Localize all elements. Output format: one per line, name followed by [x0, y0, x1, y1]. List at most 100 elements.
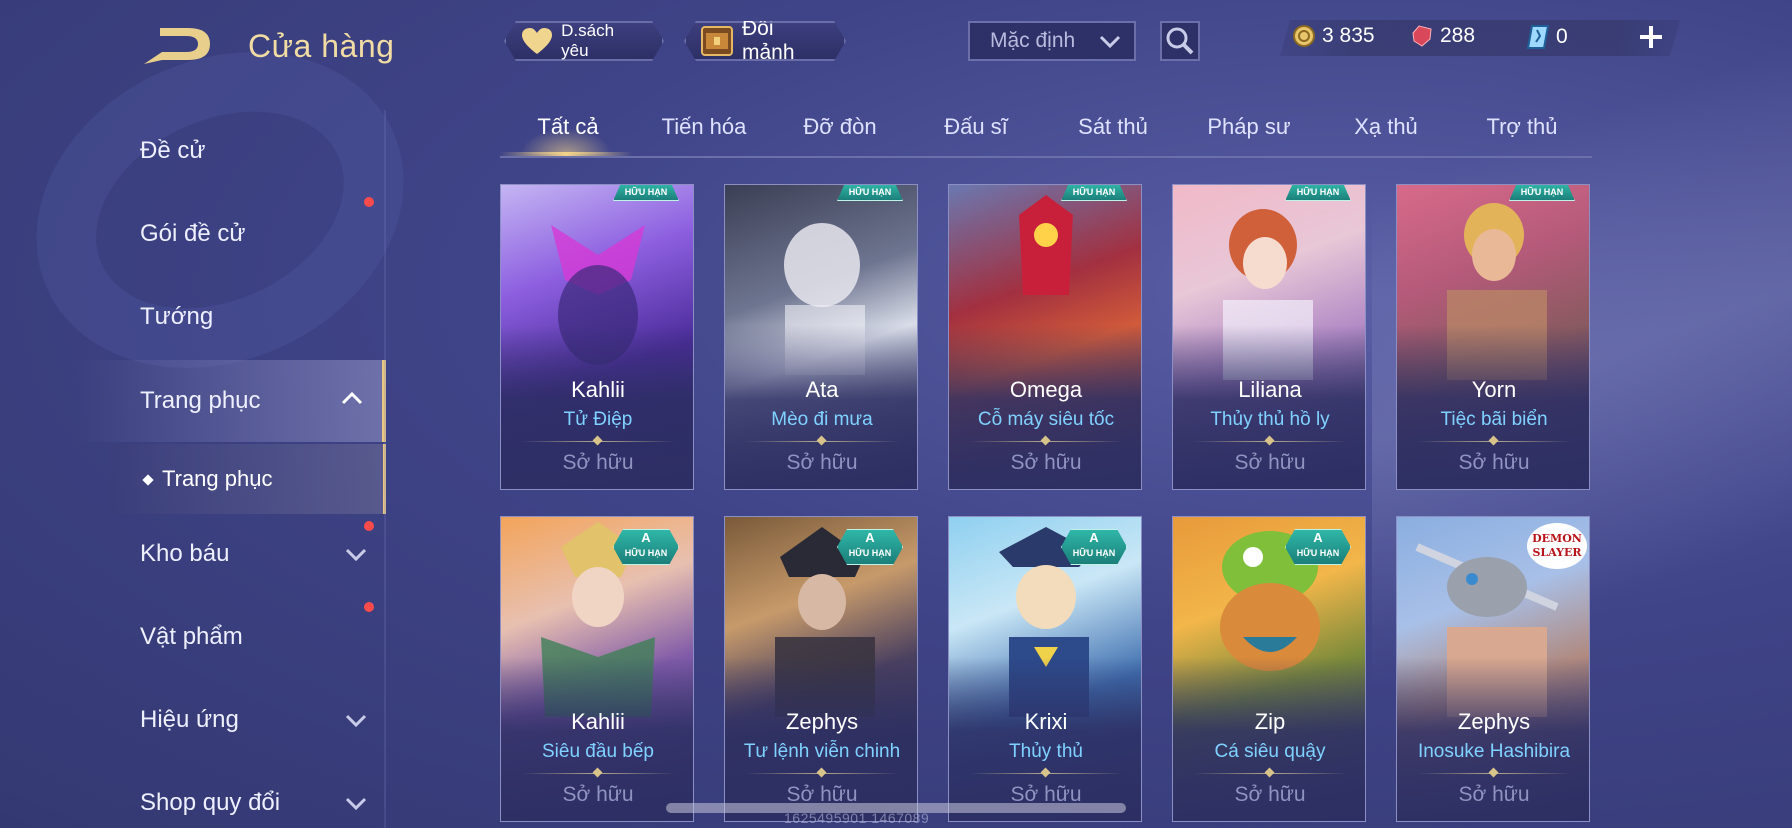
rank-a-limited-badge: A HỮU HẠN	[613, 529, 679, 565]
hero-name: Ata	[805, 377, 839, 402]
skin-card[interactable]: A HỮU HẠN Zephys Tư lệnh viễn chinh Sở h…	[724, 516, 918, 822]
rank-a-limited-badge: A HỮU HẠN	[1285, 529, 1351, 565]
hero-name: Kahlii	[571, 709, 625, 734]
owned-status: Sở hữu	[1458, 451, 1530, 474]
voucher-currency: 0	[1526, 24, 1568, 50]
skin-card[interactable]: HỮU HẠN Liliana Thủy thủ hồ ly Sở hữu	[1172, 184, 1366, 490]
home-indicator[interactable]	[666, 803, 1126, 813]
voucher-icon	[1526, 25, 1550, 49]
hero-name: Zephys	[1457, 709, 1531, 734]
rank-letter: A	[865, 530, 875, 545]
hero-name: Kahlii	[571, 377, 625, 402]
hero-name: Krixi	[1024, 709, 1068, 734]
sidebar-item-label: Vật phẩm	[140, 623, 243, 650]
skin-name: Inosuke Hashibira	[1417, 741, 1571, 762]
limited-label: HỮU HẠN	[1072, 548, 1116, 558]
notification-dot	[364, 197, 374, 207]
limited-badge: HỮU HẠN	[613, 184, 679, 201]
rank-letter: A	[1313, 530, 1323, 545]
skin-name: Cá siêu quậy	[1214, 741, 1326, 762]
skin-name: Siêu đầu bếp	[542, 741, 654, 762]
back-button[interactable]	[140, 26, 216, 68]
limited-label: HỮU HẠN	[1296, 548, 1340, 558]
skin-card[interactable]: A HỮU HẠN Zip Cá siêu quậy Sở hữu	[1172, 516, 1366, 822]
skin-card[interactable]: DEMON SLAYER Zephys Inosuke Hashibira Sở…	[1396, 516, 1590, 822]
owned-status: Sở hữu	[1458, 783, 1530, 806]
treasure-chest-icon	[700, 25, 734, 57]
notification-dot	[364, 521, 374, 531]
sidebar-item-heroes[interactable]: Tướng	[0, 276, 386, 358]
tab-fighter[interactable]: Đấu sĩ	[908, 114, 1044, 140]
role-tabs: Tất cả Tiến hóa Đỡ đòn Đấu sĩ Sát thủ Ph…	[500, 108, 1592, 158]
chevron-down-icon	[1098, 31, 1122, 57]
limited-label: HỮU HẠN	[624, 548, 668, 558]
ruby-currency: 288	[1410, 24, 1475, 48]
skin-name: Thủy thủ	[1009, 741, 1083, 762]
sidebar-item-label: Kho báu	[140, 540, 230, 567]
hero-name: Omega	[1009, 377, 1083, 402]
hero-name: Liliana	[1238, 377, 1302, 402]
sidebar-item-label: Trang phục	[140, 387, 261, 414]
tab-support[interactable]: Trợ thủ	[1454, 114, 1590, 140]
sidebar-item-label: Shop quy đổi	[140, 789, 281, 816]
skin-name: Cỗ máy siêu tốc	[977, 409, 1115, 430]
gold-amount: 3 835	[1322, 24, 1375, 47]
exchange-label: Đổi mảnh	[742, 17, 795, 64]
sidebar-item-label: Gói đề cử	[140, 220, 246, 247]
skin-name: Tiệc bãi biển	[1440, 409, 1548, 430]
skin-card[interactable]: HỮU HẠN Kahlii Tử Điệp Sở hữu	[500, 184, 694, 490]
ruby-icon	[1412, 25, 1432, 47]
exchange-fragments-button[interactable]: Đổi mảnh	[684, 21, 846, 61]
sidebar-item-label: Đề cử	[140, 137, 206, 164]
wishlist-button[interactable]: D.sách yêu	[504, 21, 664, 61]
skin-card[interactable]: A HỮU HẠN Kahlii Siêu đầu bếp Sở hữu	[500, 516, 694, 822]
gold-currency: 3 835	[1292, 24, 1375, 48]
sidebar-item-label: Hiệu ứng	[140, 706, 239, 733]
tab-evolution[interactable]: Tiến hóa	[636, 114, 772, 140]
tab-marksman[interactable]: Xạ thủ	[1318, 114, 1454, 140]
diamond-bullet-icon	[142, 474, 154, 486]
owned-status: Sở hữu	[1234, 451, 1306, 474]
sort-dropdown[interactable]: Mặc định	[968, 21, 1136, 61]
tab-all[interactable]: Tất cả	[500, 114, 636, 140]
chevron-up-icon	[340, 388, 364, 416]
limited-badge: HỮU HẠN	[1509, 184, 1575, 201]
chevron-down-icon	[344, 543, 368, 571]
heart-icon	[520, 25, 553, 57]
rank-a-limited-badge: A HỮU HẠN	[837, 529, 903, 565]
hero-name: Zip	[1254, 709, 1286, 734]
owned-status: Sở hữu	[562, 451, 634, 474]
skin-name: Tư lệnh viễn chinh	[743, 741, 901, 762]
sidebar-subitem-skins[interactable]: Trang phục	[110, 444, 386, 514]
skin-name: Thủy thủ hồ ly	[1210, 409, 1330, 430]
hero-name: Yorn	[1471, 377, 1517, 402]
tab-tank[interactable]: Đỡ đòn	[772, 114, 908, 140]
tab-assassin[interactable]: Sát thủ	[1045, 114, 1181, 140]
sidebar-item-exchange-shop[interactable]: Shop quy đổi	[0, 762, 386, 828]
sidebar-item-featured-packs[interactable]: Gói đề cử	[0, 193, 386, 275]
sidebar-item-skins[interactable]: Trang phục	[0, 360, 386, 442]
sidebar-item-items[interactable]: Vật phẩm	[0, 596, 386, 678]
hero-name: Zephys	[785, 709, 859, 734]
rank-a-limited-badge: A HỮU HẠN	[1061, 529, 1127, 565]
rank-letter: A	[1089, 530, 1099, 545]
limited-badge: HỮU HẠN	[837, 184, 903, 201]
sidebar-item-treasure[interactable]: Kho báu	[0, 513, 386, 595]
add-currency-button[interactable]	[1636, 22, 1666, 52]
tab-mage[interactable]: Pháp sư	[1181, 114, 1317, 140]
chevron-down-icon	[344, 792, 368, 820]
rank-letter: A	[641, 530, 651, 545]
skin-card[interactable]: A HỮU HẠN Krixi Thủy thủ Sở hữu	[948, 516, 1142, 822]
search-icon	[1166, 27, 1194, 55]
skin-card[interactable]: HỮU HẠN Omega Cỗ máy siêu tốc Sở hữu	[948, 184, 1142, 490]
page-title: Cửa hàng	[248, 28, 395, 64]
sidebar-item-effects[interactable]: Hiệu ứng	[0, 679, 386, 761]
skin-card[interactable]: HỮU HẠN Ata Mèo đi mưa Sở hữu	[724, 184, 918, 490]
sidebar-item-featured[interactable]: Đề cử	[0, 110, 386, 192]
skin-card[interactable]: HỮU HẠN Yorn Tiệc bãi biển Sở hữu	[1396, 184, 1590, 490]
voucher-amount: 0	[1556, 25, 1568, 48]
search-button[interactable]	[1160, 21, 1200, 61]
sidebar: Đề cử Gói đề cử Tướng Trang phục Trang p…	[0, 110, 386, 828]
skin-name: Mèo đi mưa	[771, 409, 873, 430]
limited-label: HỮU HẠN	[848, 548, 892, 558]
